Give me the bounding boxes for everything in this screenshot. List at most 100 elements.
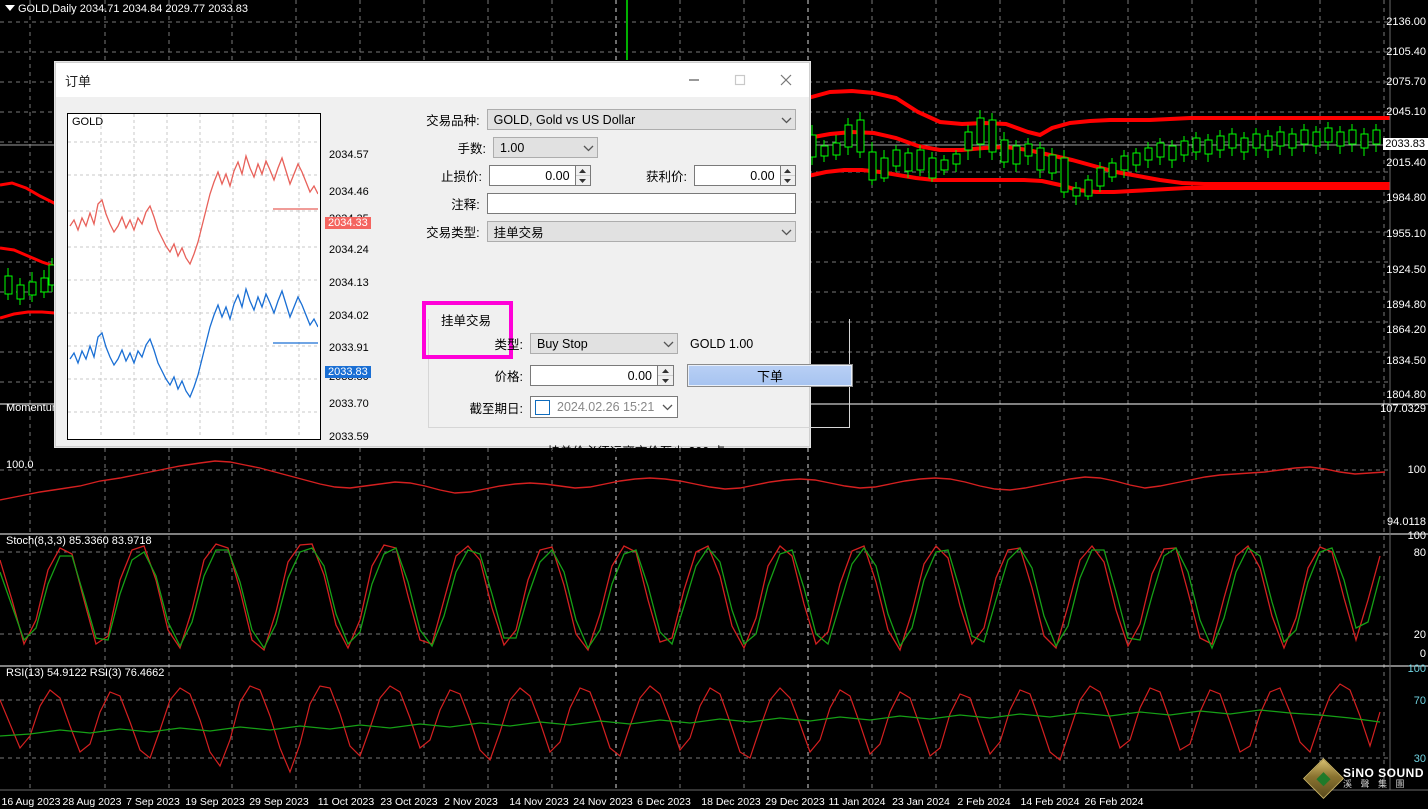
date-axis-tick: 18 Dec 2023 — [701, 796, 761, 808]
tick-chart-svg — [68, 114, 319, 437]
order-form: 交易品种: GOLD, Gold vs US Dollar 手数: 1.00 止… — [386, 109, 796, 249]
type-row: 交易类型: 挂单交易 — [386, 221, 796, 242]
chevron-down-icon — [777, 228, 795, 236]
minimize-icon[interactable] — [671, 63, 717, 96]
date-axis-tick: 2 Nov 2023 — [444, 796, 498, 808]
stop-loss-input[interactable]: 0.00 — [488, 165, 576, 186]
stepper-up-icon[interactable] — [576, 166, 590, 175]
stop-loss-stepper[interactable] — [575, 165, 591, 186]
price-axis-tick: 1804.80 — [1386, 389, 1426, 401]
stepper-up-icon[interactable] — [658, 366, 673, 375]
price-axis-tick: 2015.40 — [1386, 157, 1426, 169]
tick-axis-tick: 2034.57 — [329, 149, 369, 161]
momentum-axis-tick: 100 — [1407, 464, 1426, 476]
date-axis-tick: 14 Nov 2023 — [509, 796, 569, 808]
logo-diamond-icon — [1302, 757, 1344, 800]
chevron-down-icon — [662, 400, 673, 414]
order-type-row: 类型: Buy Stop GOLD 1.00 — [463, 333, 753, 354]
momentum-axis-tick: 107.0329 — [1380, 403, 1426, 415]
volume-value: 1.00 — [500, 140, 525, 155]
stoch-axis-tick: 20 — [1413, 629, 1426, 641]
stepper-up-icon[interactable] — [781, 166, 795, 175]
momentum-level-label: 100.0 — [6, 459, 34, 471]
order-summary: GOLD 1.00 — [690, 336, 754, 351]
submit-order-button[interactable]: 下单 — [687, 364, 853, 387]
expiry-row: 截至期日: 2024.02.26 15:21 — [463, 396, 678, 418]
tick-axis-tick: 2033.59 — [329, 431, 369, 443]
expiry-checkbox[interactable] — [535, 399, 550, 415]
expiry-label: 截至期日: — [469, 401, 523, 416]
date-axis-tick: 7 Sep 2023 — [126, 796, 180, 808]
dialog-titlebar[interactable]: 订单 — [56, 63, 809, 98]
price-axis-tick: 1984.80 — [1386, 192, 1426, 204]
rsi-axis-tick: 70 — [1413, 695, 1426, 707]
trade-type-select[interactable]: 挂单交易 — [486, 221, 796, 242]
order-dialog[interactable]: 订单 GOLD 2034.57 2034.46 2034.33 2034.24 … — [55, 62, 853, 459]
stepper-down-icon[interactable] — [575, 175, 590, 185]
date-axis-tick: 11 Oct 2023 — [317, 796, 375, 808]
logo-subtitle: 溪 聲 集 團 — [1342, 779, 1408, 790]
expiry-value: 2024.02.26 15:21 — [557, 400, 655, 414]
stepper-down-icon[interactable] — [658, 375, 673, 385]
dialog-title: 订单 — [65, 74, 92, 89]
date-axis-tick: 26 Feb 2024 — [1084, 796, 1144, 808]
stepper-down-icon[interactable] — [780, 175, 795, 185]
price-stepper[interactable] — [658, 365, 674, 386]
brand-logo: SiNO SOUND 溪 聲 集 團 — [1302, 757, 1424, 800]
maximize-icon[interactable] — [717, 63, 763, 96]
price-input[interactable]: 0.00 — [530, 365, 658, 386]
order-type-select[interactable]: Buy Stop — [530, 333, 678, 354]
rsi-label: RSI(13) 54.9122 RSI(3) 76.4662 — [6, 667, 165, 679]
symbol-value: GOLD, Gold vs US Dollar — [493, 112, 636, 127]
tick-axis-tick: 2034.13 — [329, 277, 369, 289]
take-profit-input[interactable]: 0.00 — [693, 165, 781, 186]
symbol-label: 交易品种: — [426, 114, 480, 128]
order-type-label: 类型: — [494, 338, 523, 352]
trade-type-value: 挂单交易 — [493, 226, 544, 240]
volume-label: 手数: — [457, 142, 486, 156]
chevron-down-icon — [659, 340, 677, 348]
tick-axis-tick: 2034.24 — [329, 244, 369, 256]
symbol-row: 交易品种: GOLD, Gold vs US Dollar — [386, 109, 796, 130]
date-axis-tick: 23 Jan 2024 — [892, 796, 950, 808]
date-axis-tick: 19 Sep 2023 — [185, 796, 245, 808]
tick-bid-tag: 2033.83 — [325, 366, 371, 378]
price-axis-tick: 2136.00 — [1386, 16, 1426, 28]
date-axis-tick: 6 Dec 2023 — [637, 796, 691, 808]
price-axis-tick: 1894.80 — [1386, 299, 1426, 311]
stoch-axis-tick: 0 — [1419, 648, 1426, 660]
stoch-axis-tick: 100 — [1407, 530, 1426, 542]
volume-select[interactable]: 1.00 — [493, 137, 598, 158]
close-icon[interactable] — [763, 63, 809, 96]
chevron-down-icon — [777, 116, 795, 124]
date-axis-tick: 29 Sep 2023 — [249, 796, 309, 808]
tick-axis-tick: 2033.70 — [329, 398, 369, 410]
price-axis-tick: 2045.10 — [1386, 106, 1426, 118]
take-profit-label: 获利价: — [645, 170, 687, 184]
stoch-label: Stoch(8,3,3) 85.3360 83.9718 — [6, 535, 152, 547]
tick-axis-tick: 2033.91 — [329, 342, 369, 354]
date-axis-tick: 29 Dec 2023 — [765, 796, 825, 808]
pending-order-group: 挂单交易 类型: Buy Stop GOLD 1.00 价格: 0.00 下单 … — [422, 301, 853, 428]
price-axis-tick: 1924.50 — [1386, 264, 1426, 276]
date-axis-tick: 24 Nov 2023 — [573, 796, 633, 808]
date-axis-tick: 23 Oct 2023 — [380, 796, 438, 808]
chart-collapse-arrow-icon[interactable] — [5, 5, 15, 11]
rsi-axis-tick: 100 — [1407, 663, 1426, 675]
comment-label: 注释: — [451, 198, 480, 212]
tick-chart[interactable]: GOLD — [67, 113, 321, 440]
price-label: 价格: — [494, 370, 523, 384]
symbol-select[interactable]: GOLD, Gold vs US Dollar — [486, 109, 796, 130]
order-type-value: Buy Stop — [537, 336, 588, 351]
date-axis-tick: 28 Aug 2023 — [62, 796, 122, 808]
volume-row: 手数: 1.00 — [386, 137, 796, 158]
price-axis-tick: 1955.10 — [1386, 228, 1426, 240]
chevron-down-icon — [579, 144, 597, 152]
take-profit-stepper[interactable] — [780, 165, 796, 186]
tick-ask-tag: 2034.33 — [325, 217, 371, 229]
date-axis-tick: 2 Feb 2024 — [957, 796, 1011, 808]
comment-input[interactable] — [486, 193, 796, 214]
price-axis-tick: 2075.70 — [1386, 76, 1426, 88]
expiry-datepicker[interactable]: 2024.02.26 15:21 — [530, 396, 678, 418]
pending-group-title: 挂单交易 — [438, 310, 495, 329]
